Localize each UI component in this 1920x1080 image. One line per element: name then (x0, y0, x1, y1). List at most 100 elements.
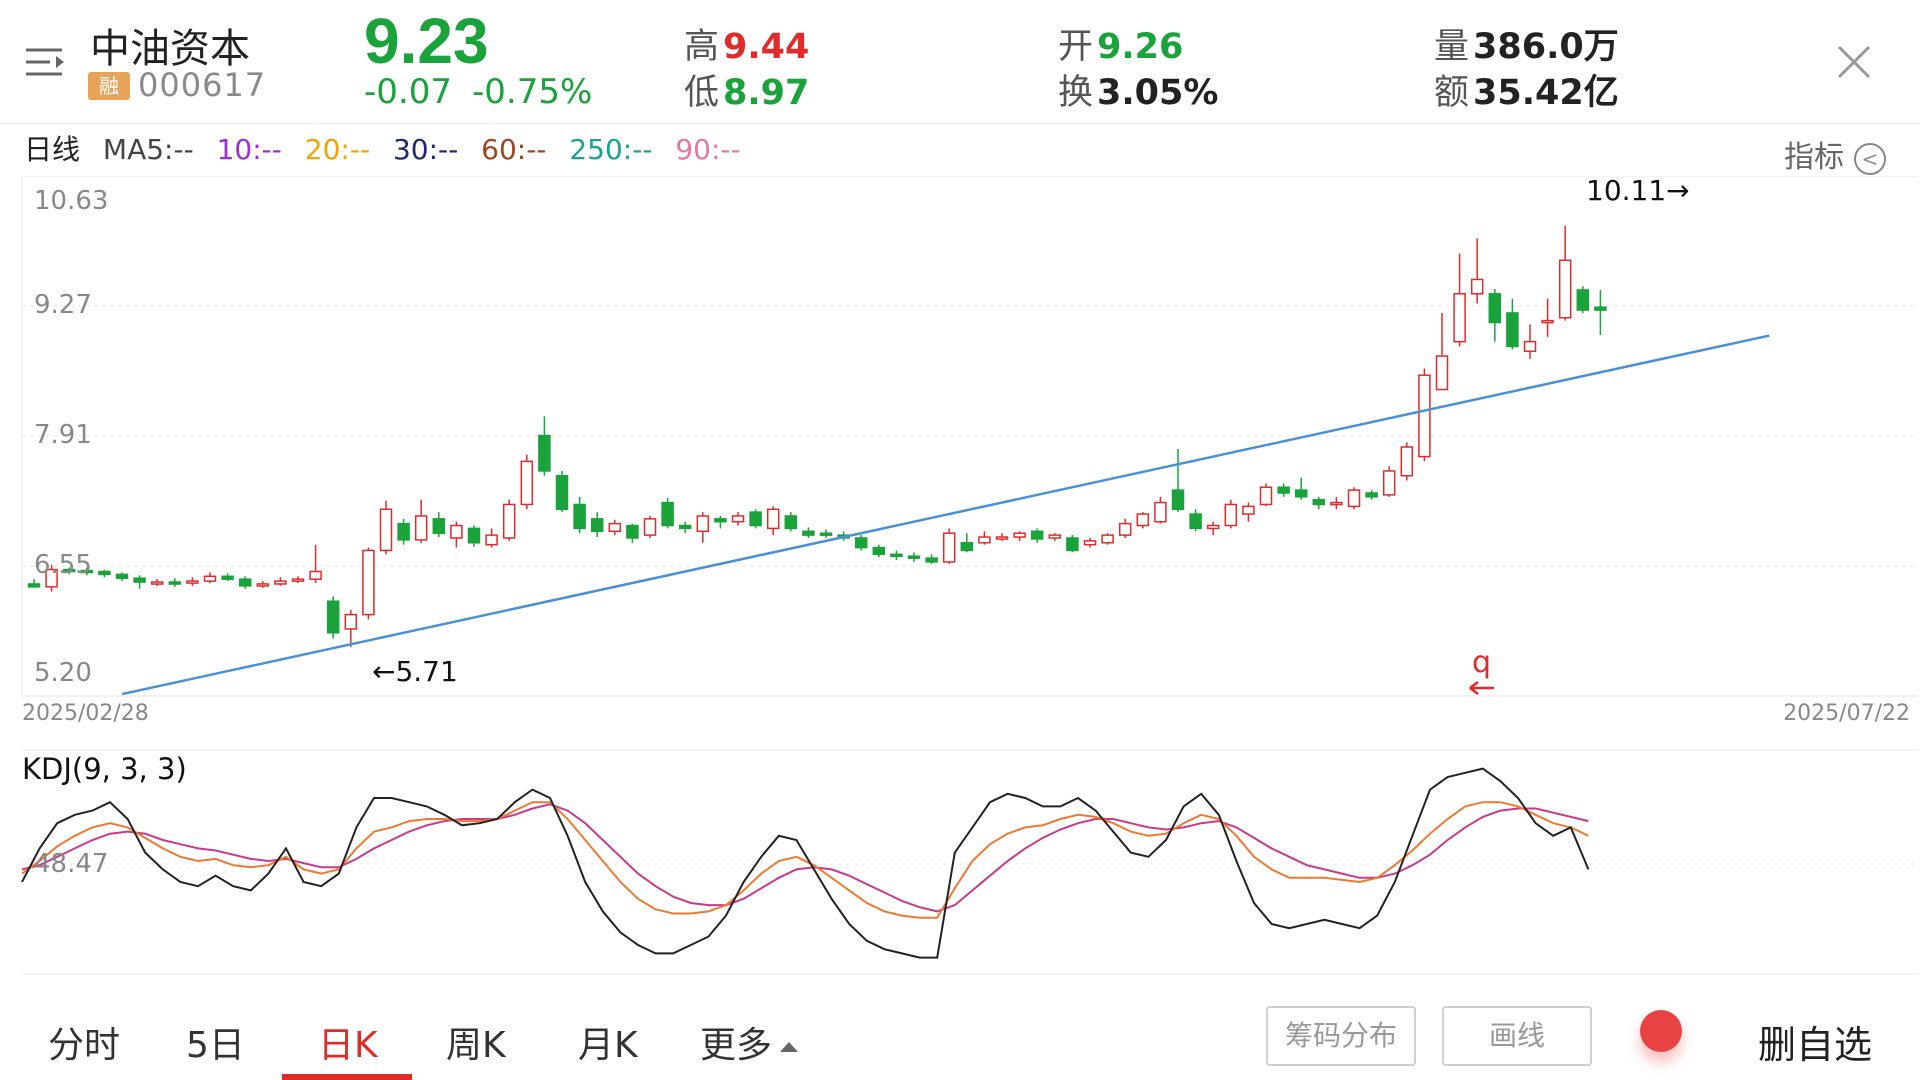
candle (502, 499, 516, 541)
tab-daily-k[interactable]: 日K (318, 1016, 378, 1068)
ma60-label: 60:-- (481, 133, 547, 166)
high-price: 高 9.44 (684, 18, 809, 69)
candle (890, 550, 903, 561)
indicator-button[interactable]: 指标 < (1784, 132, 1886, 176)
candle-body (714, 518, 727, 523)
high-label: 高 (684, 27, 720, 67)
candle-body (1013, 532, 1026, 538)
start-date: 2025/02/28 (22, 701, 149, 726)
turnover-rate: 换 3.05% (1058, 64, 1218, 115)
candle (1048, 533, 1062, 541)
candle (432, 512, 446, 538)
candle-body (1418, 374, 1431, 458)
candle (291, 576, 305, 583)
amount-label: 额 (1434, 73, 1470, 113)
period-label[interactable]: 日线 (24, 133, 80, 166)
candle (678, 521, 692, 534)
candle (1382, 466, 1396, 497)
candle (221, 573, 234, 582)
tab-more-label: 更多 (700, 1025, 773, 1066)
kdj-title[interactable]: KDJ(9, 3, 3) (22, 752, 187, 786)
candle (696, 512, 710, 543)
candle (309, 544, 322, 583)
candle (1400, 442, 1414, 481)
candle-body (608, 522, 622, 533)
candle-body (274, 580, 287, 585)
candle-body (397, 522, 410, 541)
candle-body (890, 553, 903, 558)
candle-body (1347, 489, 1361, 508)
candle (1206, 521, 1220, 536)
amount-value: 35.42亿 (1473, 73, 1619, 113)
tab-intraday[interactable]: 分时 (48, 1016, 120, 1068)
candle (661, 497, 674, 529)
candle (1030, 528, 1044, 543)
turnover-value: 3.05% (1097, 73, 1219, 113)
candle-body (1470, 278, 1484, 295)
tab-more[interactable]: 更多 (700, 1016, 799, 1068)
candle-body (960, 542, 974, 552)
candle-body (27, 583, 41, 588)
candle (397, 518, 410, 545)
candle-body (98, 570, 111, 576)
q-marker: q (1469, 645, 1494, 695)
tab-5day[interactable]: 5日 (186, 1016, 245, 1068)
candle (414, 499, 428, 543)
candle (766, 506, 780, 536)
quote-header: 中油资本 融 000617 9.23 -0.07 -0.75% 高 9.44 低 8.… (0, 0, 1920, 124)
candle (1013, 531, 1026, 541)
end-date: 2025/07/22 (1783, 701, 1910, 726)
candle (450, 521, 463, 548)
tab-weekly-k[interactable]: 周K (446, 1016, 506, 1068)
caret-up-icon (780, 1042, 799, 1052)
candle (907, 552, 921, 562)
margin-trading-badge: 融 (88, 72, 130, 100)
open-price: 开 9.26 (1058, 18, 1183, 69)
candle-body (115, 573, 129, 579)
amount: 额 35.42亿 (1434, 64, 1619, 115)
candle (714, 515, 727, 529)
kdj-chart[interactable]: 48.47 (0, 748, 1920, 978)
candle-body (925, 557, 938, 563)
open-label: 开 (1058, 27, 1094, 67)
candle (643, 515, 657, 538)
candle (326, 596, 340, 639)
candle-body (186, 580, 199, 584)
candle-body (1101, 534, 1114, 544)
candle (608, 519, 622, 536)
candle-body (291, 578, 305, 582)
chip-distribution-button[interactable]: 筹码分布 (1266, 1006, 1416, 1066)
trend-line[interactable] (121, 334, 1770, 696)
last-price: 9.23 (364, 5, 489, 77)
candle-body (1030, 530, 1044, 540)
candle-body (1048, 534, 1062, 539)
ma30-label: 30:-- (392, 133, 459, 166)
close-icon[interactable] (1836, 44, 1872, 80)
candle (1242, 502, 1255, 522)
active-tab-indicator (282, 1074, 412, 1080)
candle (379, 500, 393, 555)
menu-icon[interactable] (22, 42, 70, 82)
candle (942, 528, 956, 564)
bottom-nav: 分时 5日 日K 周K 月K 更多 筹码分布 画线 删自选 (0, 990, 1920, 1080)
tab-monthly-k[interactable]: 月K (578, 1016, 638, 1068)
high-value: 9.44 (723, 27, 810, 67)
candle (872, 544, 886, 558)
candle (1523, 324, 1537, 359)
candle-body (696, 515, 710, 533)
y-tick: 9.27 (34, 290, 92, 320)
candle-body (819, 532, 833, 536)
delete-favorite-button[interactable]: 删自选 (1758, 1014, 1872, 1069)
kline-chart[interactable]: 10.63 9.27 7.91 6.55 5.20 2025/02/28 202… (0, 176, 1920, 728)
draw-line-button[interactable]: 画线 (1442, 1006, 1592, 1066)
indicator-label: 指标 (1784, 140, 1844, 175)
record-icon[interactable] (1640, 1010, 1682, 1052)
candle-body (520, 460, 534, 506)
candle-body (1576, 289, 1590, 311)
candle-body (942, 532, 956, 563)
candle-body (661, 501, 674, 527)
candle-body (1136, 513, 1150, 527)
candle-body (150, 581, 164, 585)
candle (485, 528, 498, 548)
candle-body (1506, 312, 1519, 348)
